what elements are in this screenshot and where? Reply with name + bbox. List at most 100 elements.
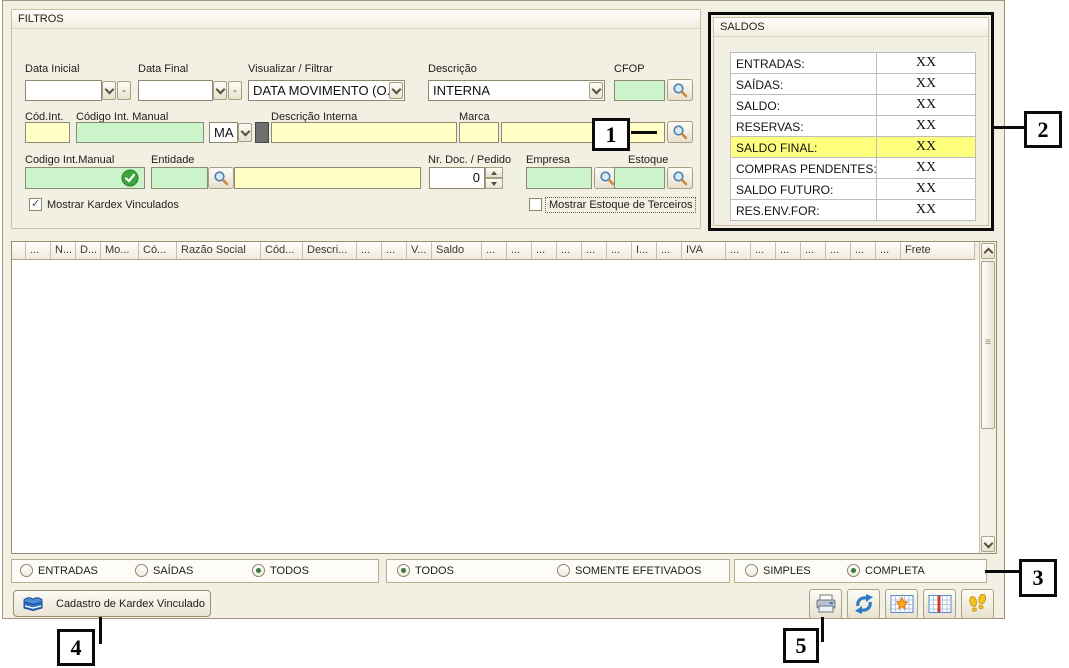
kardex-grid[interactable]: ...N...D...Mo...Có...Razão SocialCód...D… [11,241,997,554]
grid-column-header[interactable]: ... [726,242,751,260]
descricao-dropdown-button[interactable] [589,82,603,99]
grid-column-header[interactable]: ... [826,242,851,260]
grid-column-header[interactable]: ... [582,242,607,260]
codigo-int-manual-input[interactable] [76,122,204,143]
footprints-icon [967,594,989,614]
grid-star-icon [890,594,914,614]
radio-circle[interactable] [135,564,148,577]
data-final-clear-button[interactable]: - [228,81,242,100]
grid-column-header[interactable]: ... [507,242,532,260]
data-inicial-input[interactable] [25,80,102,101]
grid-columns-button[interactable] [923,589,956,619]
entidade-nome-input[interactable] [234,167,421,189]
grid-column-header[interactable]: ... [357,242,382,260]
ma-select[interactable]: MA [209,122,238,143]
callout-2-line [991,126,1024,129]
spin-up-button[interactable] [485,167,503,178]
grid-column-header[interactable]: ... [657,242,682,260]
refresh-button[interactable] [847,589,880,619]
radio-circle[interactable] [847,564,860,577]
grid-config-button[interactable] [885,589,918,619]
radio-circle[interactable] [252,564,265,577]
data-inicial-clear-button[interactable]: - [117,81,131,100]
empresa-input[interactable] [526,167,592,189]
cfop-input[interactable] [614,80,665,101]
grid-column-header[interactable]: ... [557,242,582,260]
grid-column-header[interactable]: Descri... [303,242,357,260]
radio-circle[interactable] [20,564,33,577]
scroll-down-button[interactable] [981,536,995,552]
grid-column-header[interactable]: ... [801,242,826,260]
radio-somente-efetivados[interactable]: SOMENTE EFETIVADOS [557,564,701,577]
descricao-select[interactable]: INTERNA [428,80,605,101]
visualizar-filtrar-select[interactable]: DATA MOVIMENTO (O... [248,80,405,101]
grid-column-header[interactable]: ... [382,242,407,260]
cfop-label: CFOP [614,63,645,75]
data-final-input[interactable] [138,80,213,101]
data-final-dropdown-button[interactable] [213,81,227,100]
grid-column-header[interactable]: IVA [682,242,726,260]
visualizar-dropdown-button[interactable] [389,82,403,99]
radio-simples[interactable]: SIMPLES [745,564,811,577]
radio-saidas[interactable]: SAÍDAS [135,564,193,577]
radio-circle[interactable] [397,564,410,577]
grid-column-header[interactable]: ... [26,242,51,260]
saldos-row: ENTRADAS:XX [730,53,976,74]
grid-column-header[interactable]: ... [751,242,776,260]
marca-input[interactable] [459,122,499,143]
ma-dropdown-button[interactable] [238,123,252,142]
grid-vertical-scrollbar[interactable] [979,242,996,553]
grid-column-header[interactable]: Mo... [101,242,139,260]
scrollbar-thumb[interactable] [981,261,995,429]
entidade-input[interactable] [151,167,208,189]
descricao-interna-input[interactable] [271,122,457,143]
grid-column-header[interactable]: Frete [901,242,975,260]
print-button[interactable] [809,589,842,619]
estoque-search-button[interactable] [667,167,693,189]
grid-column-header[interactable]: ... [776,242,801,260]
mostrar-kardex-checkbox[interactable] [29,198,42,211]
radio-todos[interactable]: TODOS [252,564,309,577]
radio-entradas[interactable]: ENTRADAS [20,564,98,577]
radio-circle[interactable] [745,564,758,577]
grid-column-header[interactable]: Razão Social [177,242,261,260]
radio-circle[interactable] [557,564,570,577]
grid-column-header[interactable]: Cód... [261,242,303,260]
color-indicator-box [255,122,269,143]
nr-doc-pedido-label: Nr. Doc. / Pedido [428,154,511,166]
audit-trail-button[interactable] [961,589,994,619]
radio-group-visao: SIMPLES COMPLETA [734,559,987,583]
grid-column-header[interactable]: Có... [139,242,177,260]
cfop-search-button[interactable] [667,79,693,101]
spin-down-button[interactable] [485,178,503,189]
cod-int-input[interactable] [25,122,70,143]
callout-5: 5 [783,628,819,663]
data-inicial-dropdown-button[interactable] [102,81,116,100]
grid-column-header[interactable]: ... [876,242,901,260]
saldos-row-value: XX [877,95,975,115]
grid-column-header[interactable] [12,242,26,260]
nr-doc-pedido-input[interactable]: 0 [429,167,485,189]
grid-column-header[interactable]: ... [607,242,632,260]
cadastro-kardex-button[interactable]: Cadastro de Kardex Vinculado [13,590,211,617]
grid-column-header[interactable]: ... [482,242,507,260]
estoque-input[interactable] [614,167,665,189]
nr-doc-pedido-stepper[interactable] [485,167,503,189]
grid-column-header[interactable]: N... [51,242,76,260]
chevron-up-icon [983,248,993,258]
radio-group-movimento: ENTRADAS SAÍDAS TODOS [11,559,379,583]
grid-column-header[interactable]: ... [532,242,557,260]
entidade-search-button[interactable] [208,167,234,189]
scroll-up-button[interactable] [981,243,995,259]
grid-column-header[interactable]: D... [76,242,101,260]
radio-todos[interactable]: TODOS [397,564,454,577]
grid-column-header[interactable]: ... [851,242,876,260]
mostrar-estoque-terceiros-checkbox[interactable] [529,198,542,211]
callout-4: 4 [57,629,95,666]
radio-completa[interactable]: COMPLETA [847,564,925,577]
grid-column-header[interactable]: Saldo [432,242,482,260]
grid-column-header[interactable]: I... [632,242,657,260]
grid-column-header[interactable]: V... [407,242,432,260]
saldos-row: SAÍDAS:XX [730,74,976,95]
marca-search-button[interactable] [667,121,693,143]
